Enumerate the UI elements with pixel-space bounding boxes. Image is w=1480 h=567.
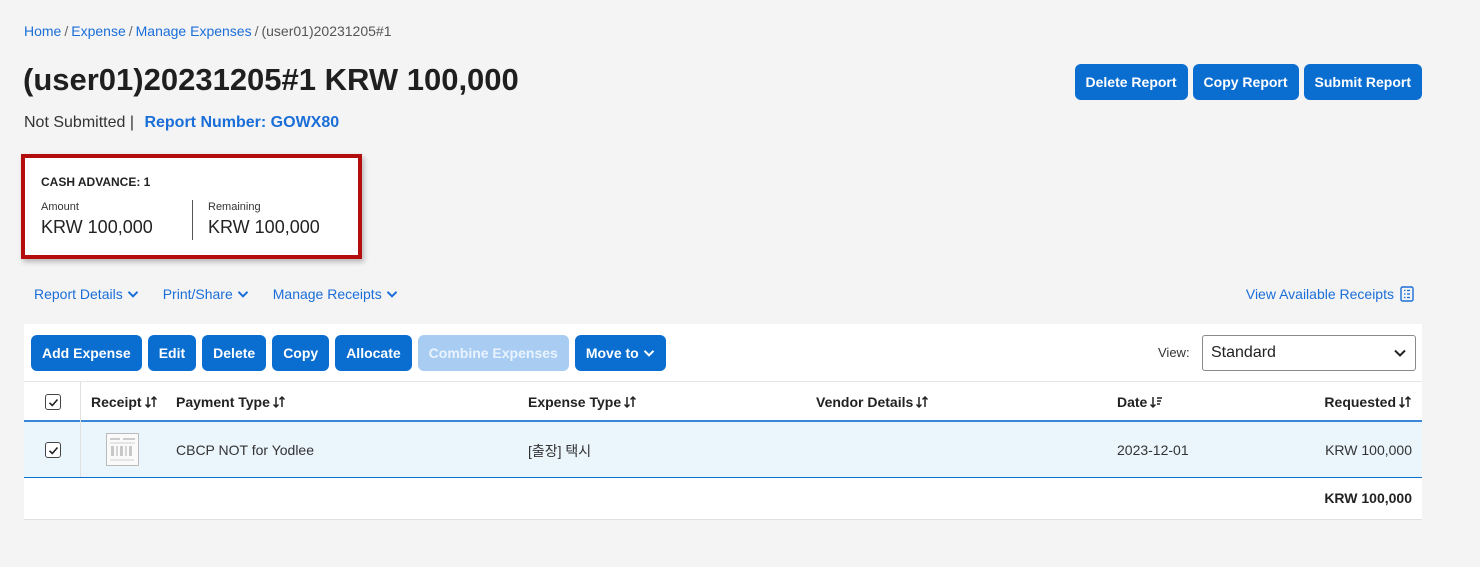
tab-label: Print/Share — [162, 286, 233, 302]
receipt-thumbnail[interactable] — [106, 433, 139, 466]
expense-toolbar: Add Expense Edit Delete Copy Allocate Co… — [31, 335, 666, 371]
tab-label: Report Details — [34, 286, 123, 302]
column-label: Payment Type — [176, 394, 270, 410]
breadcrumb-home[interactable]: Home — [24, 23, 61, 39]
expense-type-cell: [출장] 택시 — [528, 443, 592, 459]
report-actions: Delete Report Copy Report Submit Report — [1074, 64, 1422, 100]
cash-advance-card: CASH ADVANCE: 1 Amount KRW 100,000 Remai… — [21, 154, 362, 259]
sort-arrows-icon — [144, 395, 157, 409]
row-checkbox[interactable] — [45, 442, 61, 458]
sort-arrows-icon — [1398, 395, 1412, 409]
view-available-receipts-link[interactable]: View Available Receipts — [1246, 286, 1414, 302]
amount-label: Amount — [41, 201, 79, 213]
date-cell: 2023-12-01 — [1117, 442, 1189, 458]
page-title: (user01)20231205#1 KRW 100,000 — [23, 62, 519, 97]
column-label: Date — [1117, 394, 1148, 410]
sort-descending-icon — [1150, 397, 1163, 409]
edit-button[interactable]: Edit — [147, 335, 197, 371]
column-header-expense-type[interactable]: Expense Type — [528, 394, 637, 410]
chevron-down-icon — [386, 291, 397, 298]
tab-print-share[interactable]: Print/Share — [163, 286, 249, 302]
chevron-down-icon — [127, 291, 138, 298]
column-header-date[interactable]: Date — [1117, 394, 1163, 410]
checkbox-checked-icon — [48, 398, 58, 407]
view-selected-value: Standard — [1211, 344, 1276, 361]
cash-advance-amount: Amount KRW 100,000 — [41, 201, 153, 238]
column-label: Receipt — [91, 394, 142, 410]
sort-arrows-icon — [916, 395, 929, 409]
tab-manage-receipts[interactable]: Manage Receipts — [273, 286, 398, 302]
breadcrumb-separator: / — [254, 23, 259, 39]
report-status: Not Submitted — [24, 114, 126, 131]
table-header: Receipt Payment Type Expense Type Vendor… — [24, 381, 1422, 422]
select-all-checkbox[interactable] — [45, 394, 61, 410]
chevron-down-icon — [643, 350, 654, 357]
amount-value: KRW 100,000 — [41, 217, 153, 237]
breadcrumb-separator: / — [128, 23, 133, 39]
move-to-button[interactable]: Move to — [574, 335, 666, 371]
receipt-image-icon — [107, 434, 138, 465]
combine-expenses-button[interactable]: Combine Expenses — [417, 335, 569, 371]
add-expense-button[interactable]: Add Expense — [31, 335, 142, 371]
report-number-link[interactable]: Report Number: GOWX80 — [144, 114, 339, 131]
table-row[interactable]: CBCP NOT for Yodlee [출장] 택시 2023-12-01 K… — [24, 422, 1422, 478]
column-label: Vendor Details — [816, 394, 914, 410]
column-header-payment-type[interactable]: Payment Type — [176, 394, 286, 410]
breadcrumb-current: (user01)20231205#1 — [261, 23, 392, 39]
column-label: Expense Type — [528, 394, 622, 410]
total-amount: KRW 100,000 — [1324, 490, 1412, 506]
delete-button[interactable]: Delete — [202, 335, 267, 371]
receipt-list-icon — [1400, 286, 1414, 302]
cash-advance-title: CASH ADVANCE: 1 — [41, 175, 151, 189]
breadcrumb-manage-expenses[interactable]: Manage Expenses — [136, 23, 252, 39]
delete-report-button[interactable]: Delete Report — [1074, 64, 1188, 100]
copy-button[interactable]: Copy — [272, 335, 330, 371]
status-separator: | — [129, 114, 134, 131]
submit-report-button[interactable]: Submit Report — [1303, 64, 1422, 100]
remaining-value: KRW 100,000 — [208, 217, 320, 237]
tab-report-details[interactable]: Report Details — [34, 286, 139, 302]
chevron-down-icon — [1394, 349, 1406, 357]
column-header-receipt[interactable]: Receipt — [91, 394, 158, 410]
view-label: View: — [1158, 345, 1190, 360]
expenses-panel: Add Expense Edit Delete Copy Allocate Co… — [24, 324, 1422, 520]
chevron-down-icon — [237, 291, 248, 298]
report-menu-tabs: Report Details Print/Share Manage Receip… — [34, 286, 398, 302]
requested-cell: KRW 100,000 — [1325, 442, 1412, 458]
column-header-requested[interactable]: Requested — [1324, 394, 1412, 410]
column-divider — [80, 382, 81, 422]
card-divider — [192, 200, 193, 240]
column-header-vendor-details[interactable]: Vendor Details — [816, 394, 929, 410]
copy-report-button[interactable]: Copy Report — [1192, 64, 1299, 100]
checkbox-checked-icon — [48, 446, 58, 455]
breadcrumb-expense[interactable]: Expense — [71, 23, 125, 39]
sort-arrows-icon — [272, 395, 285, 409]
cash-advance-remaining: Remaining KRW 100,000 — [208, 201, 320, 238]
breadcrumb: Home / Expense / Manage Expenses / (user01)202… — [24, 23, 391, 39]
allocate-button[interactable]: Allocate — [335, 335, 412, 371]
column-label: Requested — [1324, 394, 1396, 410]
move-to-label: Move to — [585, 345, 639, 361]
view-select[interactable]: Standard — [1202, 335, 1416, 371]
column-divider — [80, 422, 81, 477]
view-available-receipts-label: View Available Receipts — [1245, 286, 1394, 302]
sort-arrows-icon — [624, 395, 637, 409]
breadcrumb-separator: / — [64, 23, 69, 39]
remaining-label: Remaining — [208, 201, 261, 213]
tab-label: Manage Receipts — [272, 286, 382, 302]
payment-type-cell: CBCP NOT for Yodlee — [176, 442, 315, 458]
table-footer: KRW 100,000 — [24, 478, 1422, 520]
report-status-line: Not Submitted | Report Number: GOWX80 — [24, 114, 339, 132]
